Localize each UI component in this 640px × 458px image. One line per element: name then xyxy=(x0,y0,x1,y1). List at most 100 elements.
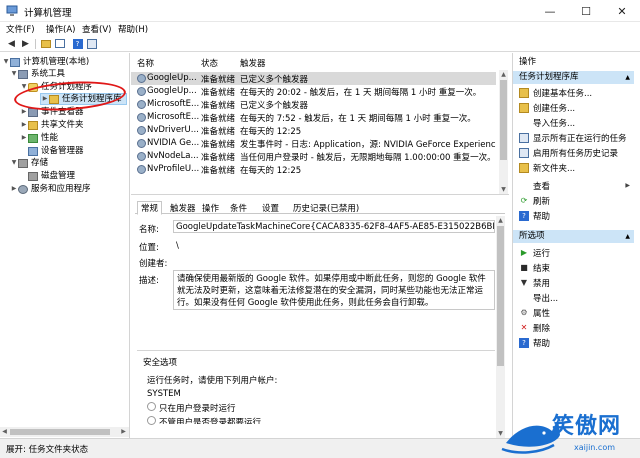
expand-arrow-icon[interactable]: ▶ xyxy=(10,183,18,195)
tree-disk-management[interactable]: 磁盘管理 xyxy=(28,170,75,182)
action-view[interactable]: 查看 ▶ xyxy=(513,179,634,192)
run-as-label: 运行任务时，请使用下列用户帐户: xyxy=(147,376,278,386)
collapse-arrow-icon[interactable]: ▼ xyxy=(10,68,18,80)
action-label: 导出... xyxy=(533,293,559,304)
action-refresh[interactable]: ⟳ 刷新 xyxy=(513,194,634,207)
tree-label: 性能 xyxy=(41,133,59,143)
action-delete[interactable]: ✕ 删除 xyxy=(513,321,634,334)
actions-section-selected[interactable]: 所选项 ▲ xyxy=(513,230,634,243)
run-icon: ▶ xyxy=(520,248,528,257)
task-trigger: 在每天的 7:52 - 触发后，在 1 天 期间每隔 1 小时 重复一次。 xyxy=(240,114,476,124)
description-label: 描述: xyxy=(139,276,159,286)
task-row[interactable]: GoogleUp... 准备就绪 在每天的 20:02 - 触发后，在 1 天 … xyxy=(131,85,496,98)
menu-help[interactable]: 帮助(H) xyxy=(118,23,148,35)
task-row[interactable]: NvDriverU... 准备就绪 在每天的 12:25 xyxy=(131,124,496,137)
task-row[interactable]: NvNodeLa... 准备就绪 当任何用户登录时 - 触发后，无限期地每隔 1… xyxy=(131,150,496,163)
action-label: 启用所有任务历史记录 xyxy=(533,148,619,159)
scroll-left-icon[interactable]: ◀ xyxy=(0,427,9,436)
task-row[interactable]: NvProfileU... 准备就绪 在每天的 12:25 xyxy=(131,163,496,176)
section-collapse-icon[interactable]: ▲ xyxy=(625,71,630,84)
task-name: NvNodeLa... xyxy=(147,151,199,161)
menu-view[interactable]: 查看(V) xyxy=(82,23,111,35)
option-whether-logged-on[interactable]: 不管用户是否登录都要运行 xyxy=(159,416,261,424)
radio-whether-logged-on[interactable] xyxy=(147,416,156,425)
section-collapse-icon[interactable]: ▲ xyxy=(625,230,630,243)
tree-system-tools[interactable]: ▼ 系统工具 xyxy=(10,68,65,80)
task-list-vscrollbar[interactable]: ▲ ▼ xyxy=(499,70,508,194)
scroll-thumb[interactable] xyxy=(10,429,110,435)
show-tree-icon[interactable] xyxy=(54,38,65,49)
scroll-right-icon[interactable]: ▶ xyxy=(119,427,128,436)
menu-action[interactable]: 操作(A) xyxy=(46,23,75,35)
task-row[interactable]: GoogleUp... 准备就绪 已定义多个触发器 xyxy=(131,72,496,85)
action-properties[interactable]: ⚙ 属性 xyxy=(513,306,634,319)
tree-performance[interactable]: ▶ 性能 xyxy=(20,132,58,144)
tab-conditions[interactable]: 条件 xyxy=(227,202,250,214)
action-export[interactable]: 导出... xyxy=(513,291,634,304)
task-row[interactable]: MicrosoftE... 准备就绪 已定义多个触发器 xyxy=(131,98,496,111)
action-import-task[interactable]: 导入任务... xyxy=(513,116,634,129)
task-icon xyxy=(137,152,146,161)
radio-logged-on-only[interactable] xyxy=(147,402,156,411)
column-name[interactable]: 名称 xyxy=(137,57,154,69)
action-label: 导入任务... xyxy=(533,118,576,129)
tab-history[interactable]: 历史记录(已禁用) xyxy=(290,202,362,214)
menu-file[interactable]: 文件(F) xyxy=(6,23,35,35)
action-help[interactable]: ? 帮助 xyxy=(513,209,634,222)
tree-hscrollbar[interactable]: ◀ ▶ xyxy=(0,427,129,437)
column-status[interactable]: 状态 xyxy=(201,57,218,69)
back-icon[interactable]: ◀ xyxy=(6,38,17,49)
task-trigger: 发生事件时 - 日志: Application，源: NVIDIA GeForc… xyxy=(240,140,496,150)
scroll-thumb[interactable] xyxy=(497,226,504,366)
action-label: 帮助 xyxy=(533,211,551,222)
status-text: 展开: 任务文件夹状态 xyxy=(6,445,89,455)
action-enable-history[interactable]: 启用所有任务历史记录 xyxy=(513,146,634,159)
folder-up-icon[interactable] xyxy=(40,38,51,49)
close-button[interactable]: ✕ xyxy=(604,0,640,22)
action-create-task[interactable]: 创建任务... xyxy=(513,101,634,114)
tab-settings[interactable]: 设置 xyxy=(259,202,282,214)
task-trigger: 当任何用户登录时 - 触发后，无限期地每隔 1.00:00:00 重复一次。 xyxy=(240,153,496,163)
scroll-down-icon[interactable]: ▼ xyxy=(499,185,508,194)
properties-icon[interactable] xyxy=(86,38,97,49)
scroll-up-icon[interactable]: ▲ xyxy=(496,216,505,225)
action-help-selected[interactable]: ? 帮助 xyxy=(513,336,634,349)
tree-computer-management[interactable]: ▼ 计算机管理(本地) xyxy=(2,56,89,68)
option-logged-on-only[interactable]: 只在用户登录时运行 xyxy=(159,402,236,414)
expand-arrow-icon[interactable]: ▶ xyxy=(20,119,28,131)
tree-services-applications[interactable]: ▶ 服务和应用程序 xyxy=(10,183,91,195)
action-label: 创建基本任务... xyxy=(533,88,593,99)
name-field[interactable]: GoogleUpdateTaskMachineCore{CACA8335-62F… xyxy=(173,220,495,233)
tree-label: 服务和应用程序 xyxy=(31,184,91,194)
action-show-running-tasks[interactable]: 显示所有正在运行的任务 xyxy=(513,131,634,144)
action-create-basic-task[interactable]: 创建基本任务... xyxy=(513,86,634,99)
actions-section-library[interactable]: 任务计划程序库 ▲ xyxy=(513,71,634,84)
description-field[interactable]: 请确保使用最新版的 Google 软件。如果停用或中断此任务，则您的 Googl… xyxy=(173,270,495,310)
forward-icon[interactable]: ▶ xyxy=(20,38,31,49)
minimize-button[interactable]: — xyxy=(532,0,568,22)
tab-triggers[interactable]: 触发器 xyxy=(167,202,199,214)
action-end[interactable]: ■ 结束 xyxy=(513,261,634,274)
tree-storage[interactable]: ▼ 存储 xyxy=(10,157,48,169)
action-new-folder[interactable]: 新文件夹... xyxy=(513,161,634,174)
help-icon[interactable]: ? xyxy=(72,38,83,49)
tab-general[interactable]: 常规 xyxy=(137,201,163,215)
import-task-icon xyxy=(519,118,529,128)
export-icon xyxy=(519,293,529,303)
column-trigger[interactable]: 触发器 xyxy=(240,57,266,69)
scroll-thumb[interactable] xyxy=(500,80,507,160)
task-icon xyxy=(137,100,146,109)
scroll-up-icon[interactable]: ▲ xyxy=(499,70,508,79)
tab-actions[interactable]: 操作 xyxy=(199,202,222,214)
expand-arrow-icon[interactable]: ▶ xyxy=(20,132,28,144)
task-row[interactable]: NVIDIA Ge... 准备就绪 发生事件时 - 日志: Applicatio… xyxy=(131,137,496,150)
collapse-arrow-icon[interactable]: ▼ xyxy=(10,157,18,169)
collapse-arrow-icon[interactable]: ▼ xyxy=(2,56,10,68)
shared-folder-icon xyxy=(28,120,38,130)
tree-shared-folders[interactable]: ▶ 共享文件夹 xyxy=(20,119,84,131)
tree-device-manager[interactable]: 设备管理器 xyxy=(28,145,84,157)
task-row[interactable]: MicrosoftE... 准备就绪 在每天的 7:52 - 触发后，在 1 天… xyxy=(131,111,496,124)
action-disable[interactable]: ▼ 禁用 xyxy=(513,276,634,289)
action-run[interactable]: ▶ 运行 xyxy=(513,246,634,259)
maximize-button[interactable]: ☐ xyxy=(568,0,604,22)
